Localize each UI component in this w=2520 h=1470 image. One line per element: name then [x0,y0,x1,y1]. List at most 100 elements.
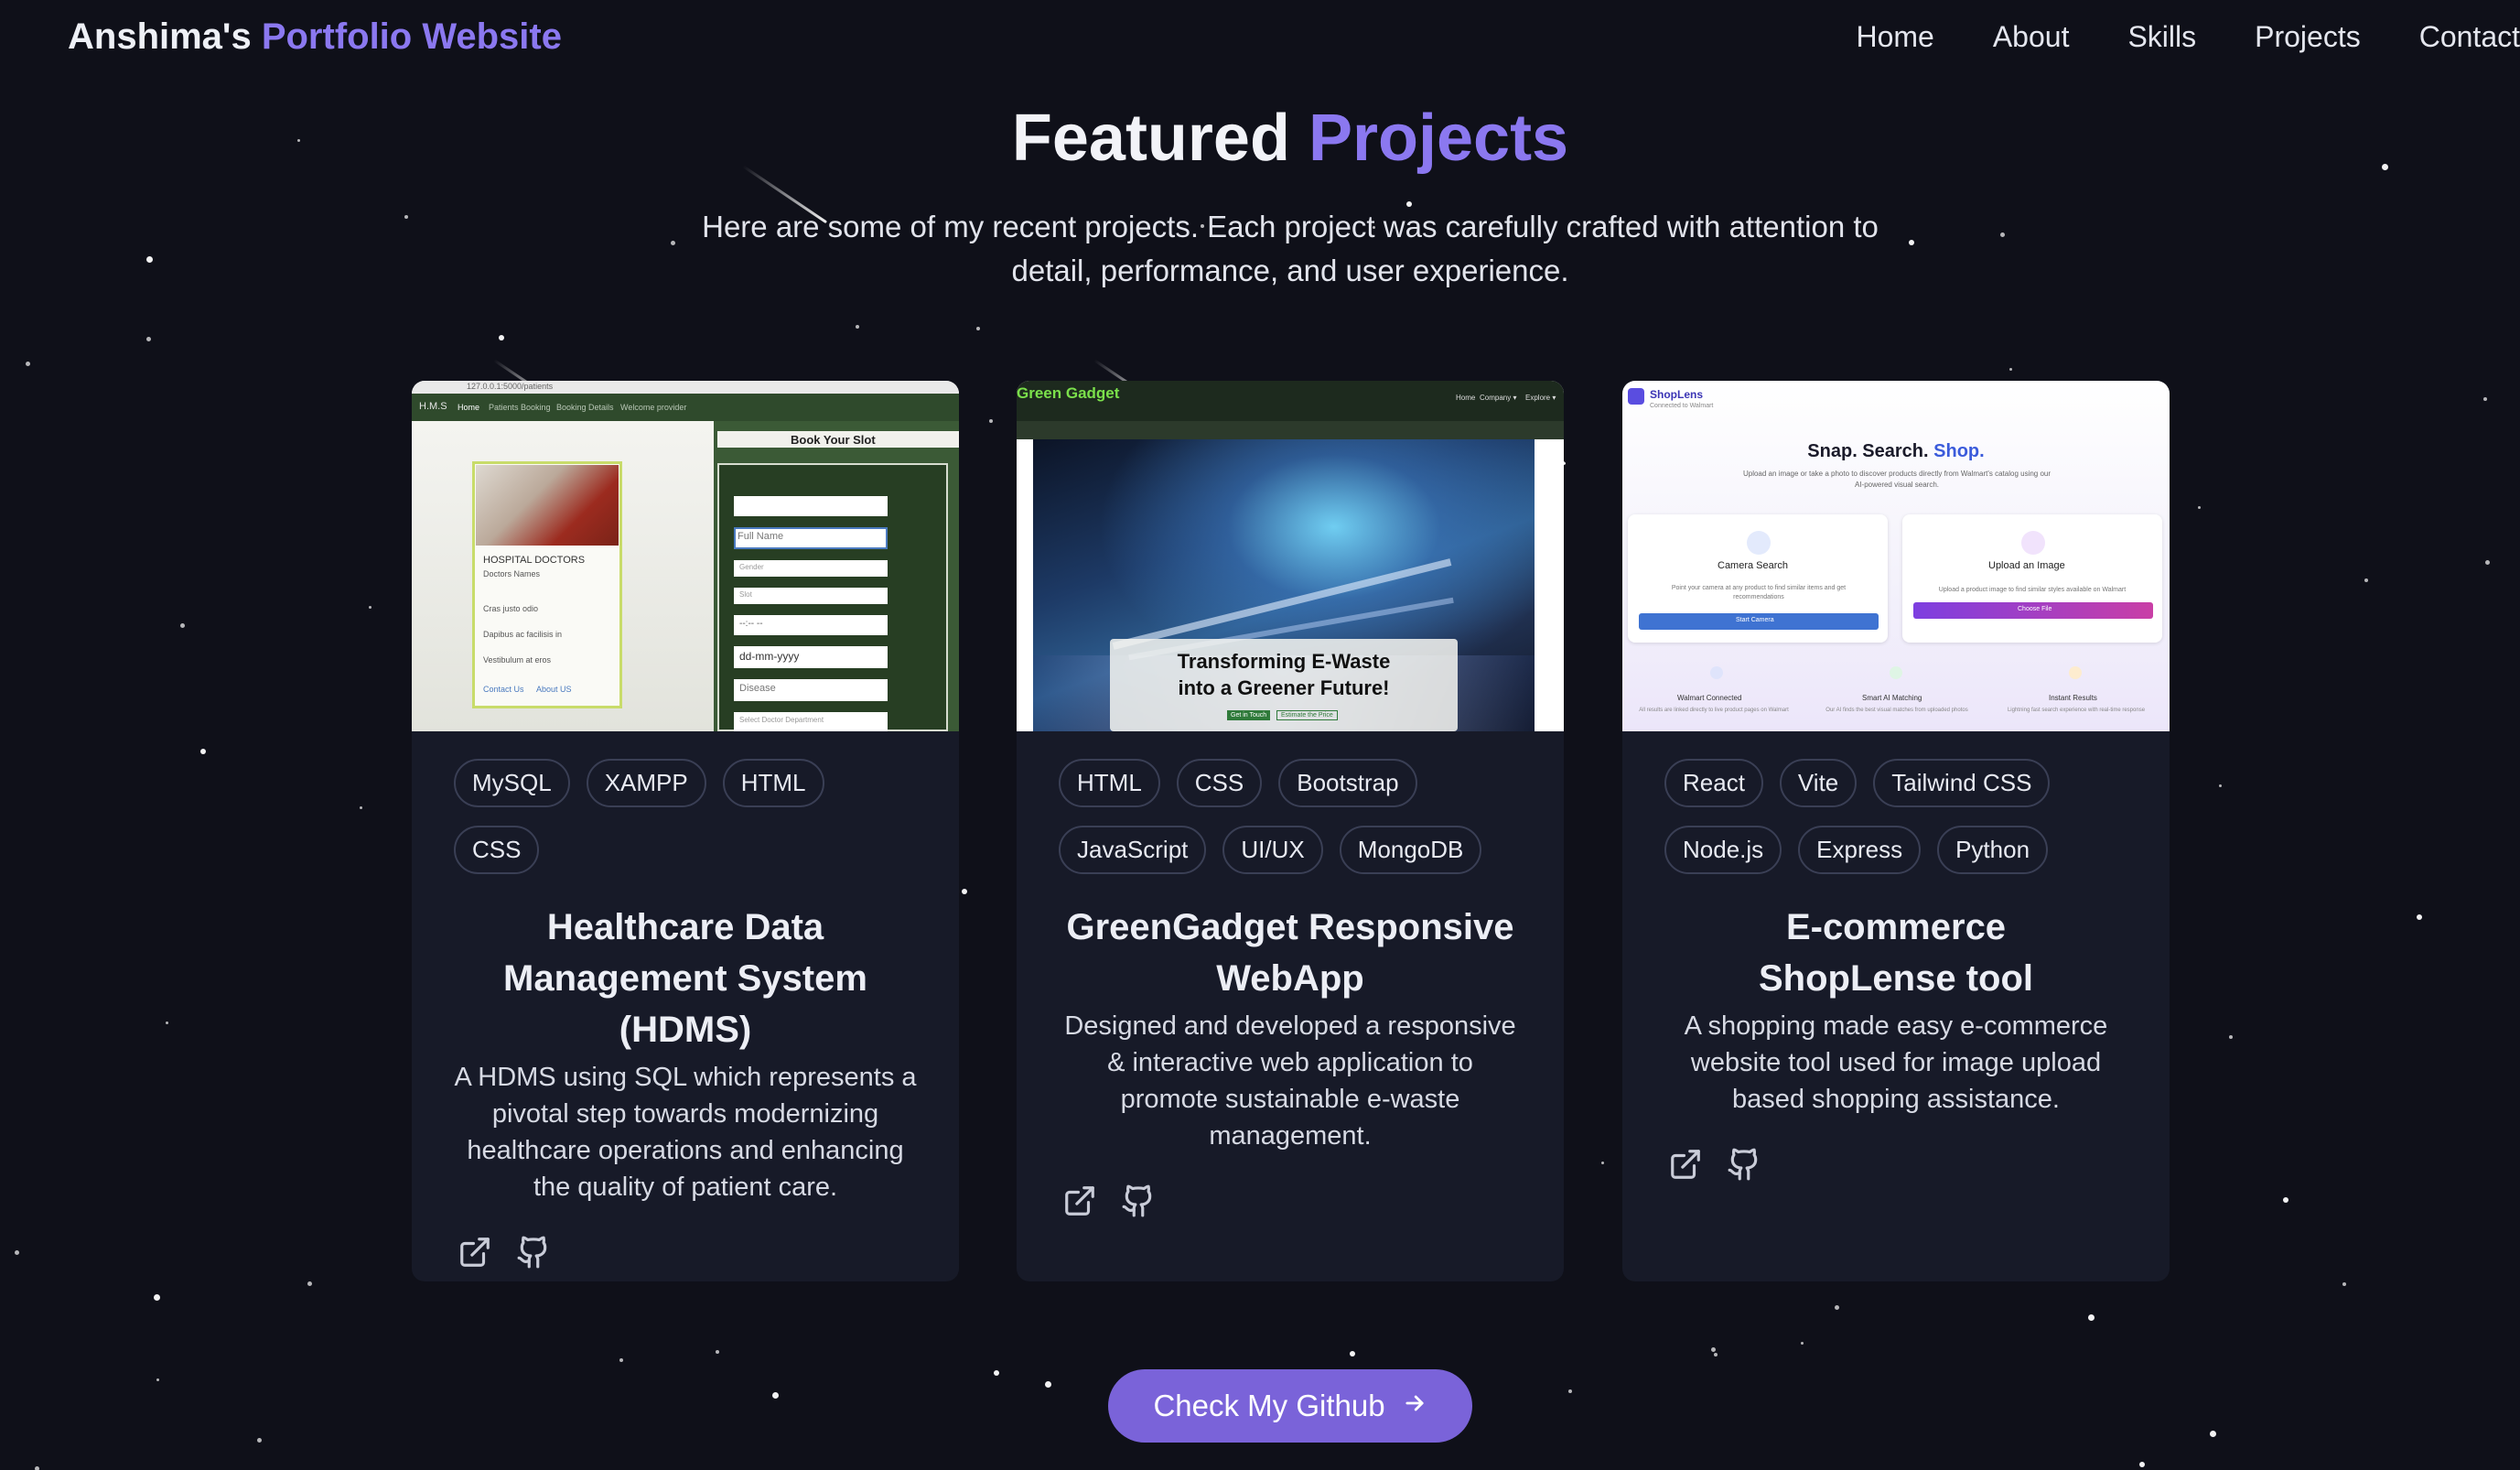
preview-url: 127.0.0.1:5000/patients [467,382,554,391]
tech-tag: HTML [1059,759,1160,807]
preview-panel-item: Cras justo odio [483,604,539,613]
tag-list: HTML CSS Bootstrap JavaScript UI/UX Mong… [1017,759,1564,874]
site-brand[interactable]: Anshima's Portfolio Website [68,16,562,58]
project-description: A shopping made easy e-commerce website … [1684,1011,2108,1114]
preview-headline: Transforming E-Waste into a Greener Futu… [1177,650,1391,699]
nav-home[interactable]: Home [1856,20,1933,54]
section-title: Featured Projects [0,101,2520,176]
preview-field: dd-mm-yyyy [739,650,800,663]
star [994,1370,999,1376]
check-github-button[interactable]: Check My Github [1108,1369,1472,1443]
preview-blurb: Upload an image or take a photo to disco… [1742,470,2052,489]
star [499,335,504,340]
star [1714,1353,1718,1357]
tech-tag: Python [1937,826,2049,874]
preview-nav-logo: H.M.S [419,401,447,412]
preview-card-text: Upload a product image to find similar s… [1938,587,2127,593]
tech-tag: React [1664,759,1763,807]
star [1909,240,1914,245]
github-icon[interactable] [1121,1184,1156,1218]
tech-tag: JavaScript [1059,826,1207,874]
project-preview-shoplens: ShopLens Connected to Walmart Snap. Sear… [1622,381,2170,731]
nav-links: Home About Skills Projects Contact [1856,20,2520,54]
star [146,256,153,263]
preview-field: Slot [739,590,752,599]
preview-nav-item: Patients Booking [489,403,551,412]
tech-tag: Bootstrap [1278,759,1417,807]
tech-tag: Tailwind CSS [1873,759,2051,807]
star [2198,506,2201,509]
star [772,1392,779,1399]
preview-feature-title: Instant Results [2049,694,2097,702]
preview-card-button: Choose File [2018,606,2052,612]
tech-tag: CSS [454,826,540,874]
top-navbar: Anshima's Portfolio Website Home About S… [0,0,2520,75]
star [200,749,206,754]
star [2009,368,2012,371]
star [2485,560,2490,565]
star [146,337,151,341]
project-title: GreenGadget Responsive WebApp [1066,907,1514,999]
preview-nav-item: Explore ▾ [1525,394,1556,402]
external-link-icon[interactable] [1668,1147,1703,1182]
project-card-shoplens: ShopLens Connected to Walmart Snap. Sear… [1622,381,2170,1281]
star [2483,397,2487,401]
project-preview-greengadget: Green Gadget Home Company ▾ Explore ▾ Tr… [1017,381,1564,731]
tech-tag: MongoDB [1339,826,1482,874]
nav-contact[interactable]: Contact [2419,20,2520,54]
project-links [1017,1184,1564,1218]
star [856,325,859,329]
external-link-icon[interactable] [458,1235,492,1270]
preview-button: Get in Touch [1227,710,1271,720]
nav-about[interactable]: About [1993,20,2070,54]
star [1835,1305,1839,1310]
star [976,327,980,330]
star [404,215,408,219]
preview-card-title: Upload an Image [1988,560,2065,571]
preview-field: Gender [739,563,764,571]
star [962,889,967,894]
project-description: A HDMS using SQL which represents a pivo… [454,1063,917,1202]
project-links [1622,1147,2170,1182]
star [2139,1462,2145,1467]
star [2283,1197,2288,1203]
star [35,1466,39,1470]
nav-skills[interactable]: Skills [2127,20,2196,54]
star [15,1250,19,1255]
preview-field: Disease [739,683,776,694]
preview-card-button: Start Camera [1736,617,1774,623]
external-link-icon[interactable] [1062,1184,1097,1218]
star [166,1021,168,1024]
preview-panel-link: About US [536,685,572,694]
preview-feature-text: Our AI finds the best visual matches fro… [1825,708,1968,713]
github-icon[interactable] [516,1235,551,1270]
project-links [412,1235,959,1270]
star [2229,1035,2233,1039]
preview-logo: ShopLens [1650,388,1704,401]
star [1601,1162,1604,1164]
star [369,606,372,609]
star [989,419,993,423]
star [2210,1431,2216,1437]
tag-list: React Vite Tailwind CSS Node.js Express … [1622,759,2170,874]
portfolio-page: Anshima's Portfolio Website Home About S… [0,0,2520,1470]
preview-panel-heading: HOSPITAL DOCTORS [483,555,586,566]
tech-tag: Express [1798,826,1922,874]
star [257,1438,262,1443]
preview-headline-a: Snap. Search. [1807,441,1929,461]
star [2342,1282,2346,1286]
preview-form-title: Book Your Slot [791,433,876,447]
preview-panel-sub: Doctors Names [483,569,541,578]
title-accent: Projects [1308,102,1569,175]
star [2000,232,2005,237]
github-icon[interactable] [1727,1147,1761,1182]
star [360,806,362,809]
tech-tag: UI/UX [1222,826,1323,874]
preview-nav-item: Booking Details [556,403,614,412]
star [1350,1351,1355,1357]
nav-projects[interactable]: Projects [2255,20,2361,54]
preview-nav-item: Home [1456,394,1476,402]
preview-field: Select Doctor Department [739,716,824,724]
preview-feature-text: All results are linked directly to live … [1639,708,1789,713]
tech-tag: Node.js [1664,826,1782,874]
